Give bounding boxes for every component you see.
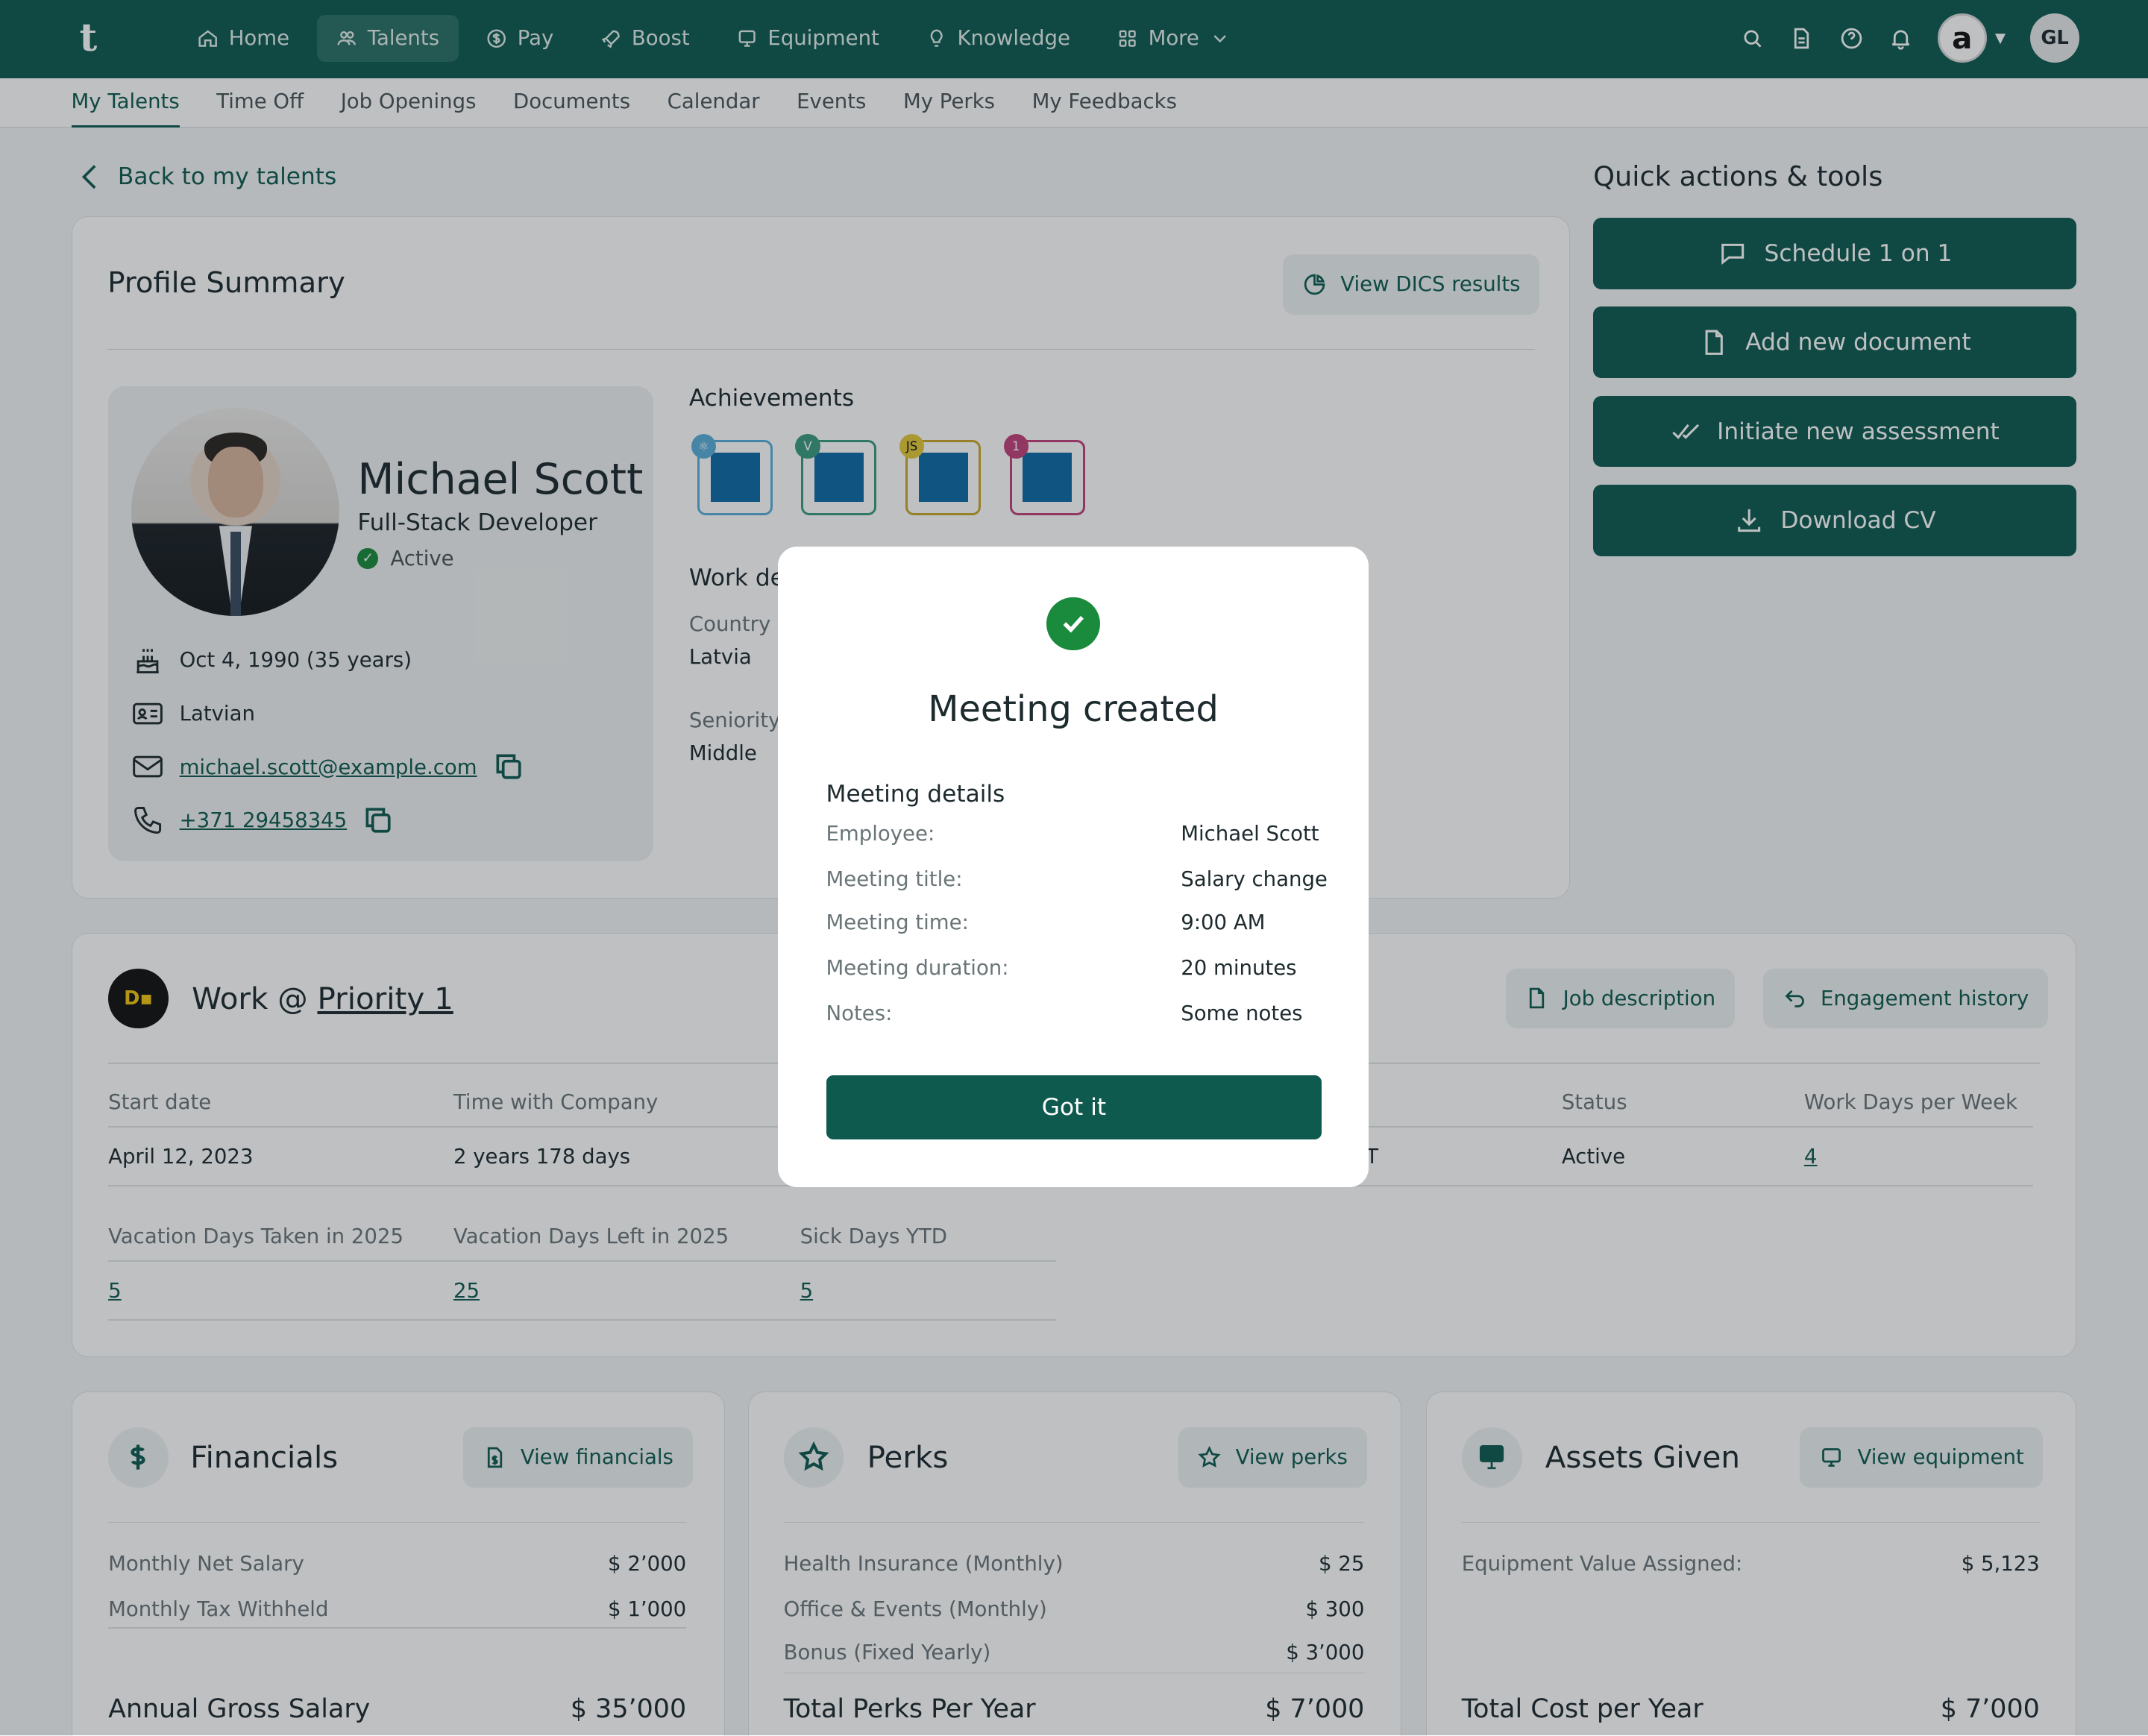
- employee-value: Michael Scott: [1181, 822, 1319, 846]
- meeting-created-modal: Meeting created Meeting details Employee…: [778, 546, 1369, 1188]
- modal-subtitle: Meeting details: [826, 780, 1005, 808]
- meeting-title-label: Meeting title:: [826, 867, 963, 891]
- meeting-time-label: Meeting time:: [826, 911, 969, 935]
- employee-label: Employee:: [826, 822, 935, 846]
- meeting-duration-label: Meeting duration:: [826, 956, 1009, 980]
- meeting-duration-value: 20 minutes: [1181, 956, 1297, 980]
- meeting-title-value: Salary change: [1181, 867, 1328, 891]
- notes-label: Notes:: [826, 1001, 893, 1025]
- notes-value: Some notes: [1181, 1001, 1303, 1025]
- meeting-time-value: 9:00 AM: [1181, 911, 1266, 935]
- modal-title: Meeting created: [928, 688, 1219, 730]
- got-it-button[interactable]: Got it: [826, 1075, 1322, 1140]
- success-check-icon: [1046, 597, 1100, 651]
